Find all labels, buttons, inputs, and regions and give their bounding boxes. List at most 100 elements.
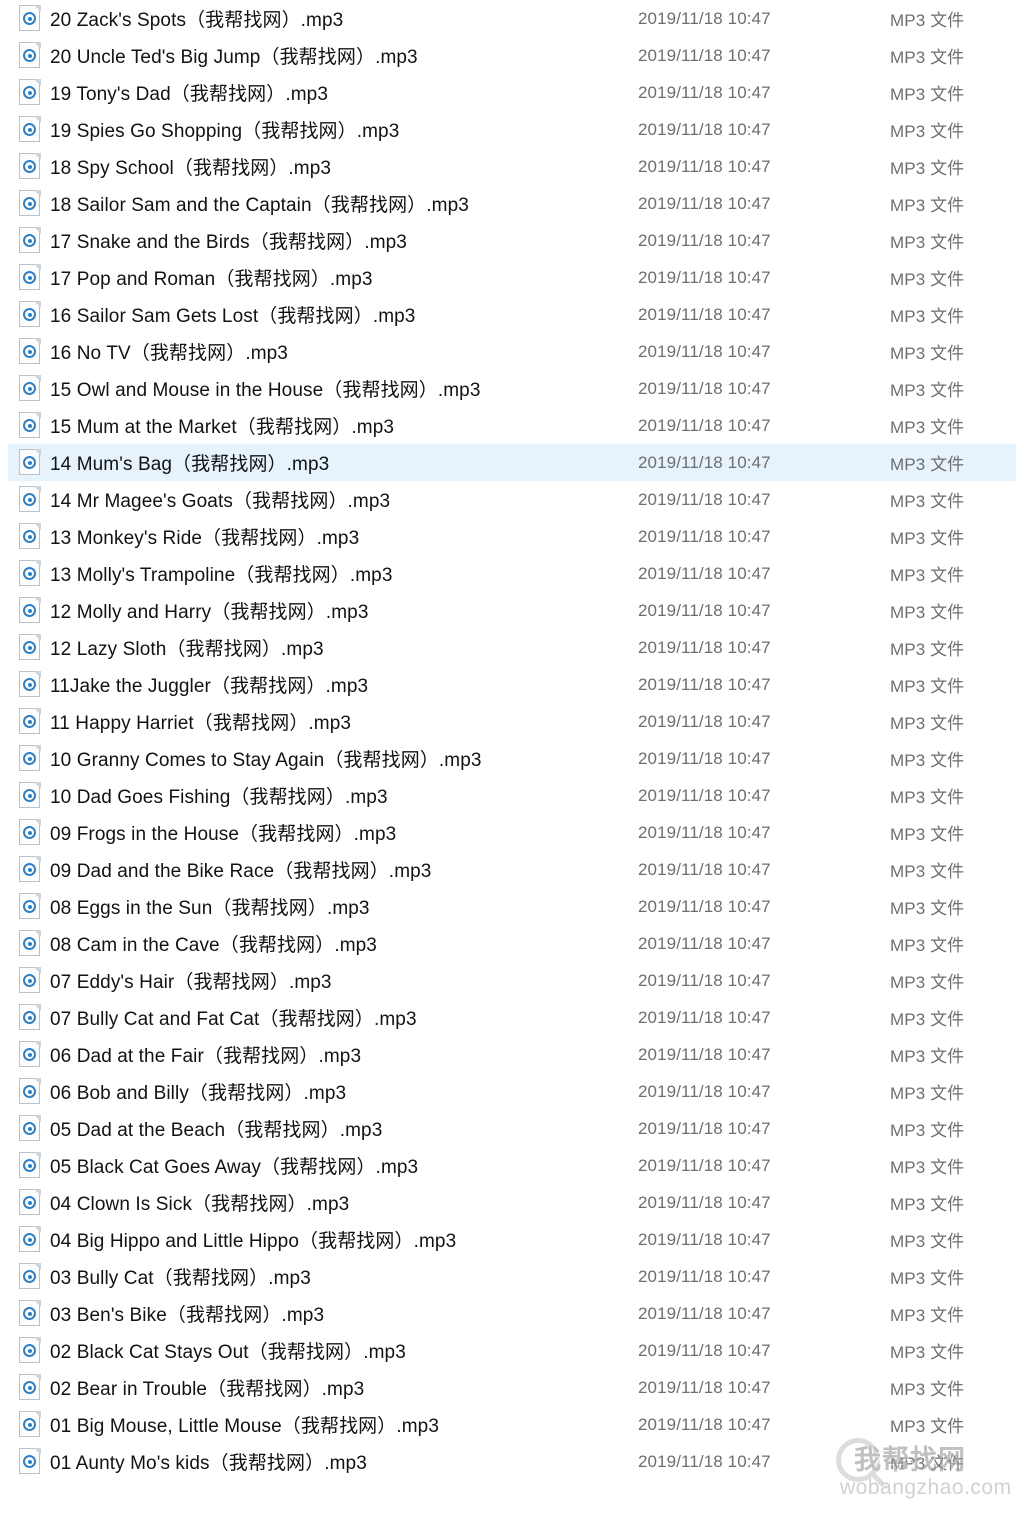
table-row[interactable]: 20 Zack's Spots（我帮找网）.mp3 2019/11/18 10:4… — [8, 0, 1016, 37]
file-type-cell: MP3 文件 — [890, 233, 965, 252]
table-row[interactable]: 02 Bear in Trouble（我帮找网）.mp3 2019/11/18 1… — [8, 1369, 1016, 1406]
table-row[interactable]: 01 Big Mouse, Little Mouse（我帮找网）.mp3 2019… — [8, 1406, 1016, 1443]
mp3-file-icon — [19, 1300, 41, 1327]
page-fold-icon — [34, 967, 41, 974]
file-date-cell: 2019/11/18 10:47 — [638, 970, 771, 990]
file-name-cell: 19 Spies Go Shopping（我帮找网）.mp3 — [50, 121, 400, 142]
file-name-cell: 08 Cam in the Cave（我帮找网）.mp3 — [50, 935, 377, 956]
file-type-cell: MP3 文件 — [890, 1454, 965, 1473]
file-name-cell: 12 Lazy Sloth（我帮找网）.mp3 — [50, 639, 324, 660]
table-row[interactable]: 01 Aunty Mo's kids（我帮找网）.mp3 2019/11/18 1… — [8, 1443, 1016, 1480]
table-row[interactable]: 05 Dad at the Beach（我帮找网）.mp3 2019/11/18 … — [8, 1110, 1016, 1147]
table-row[interactable]: 17 Pop and Roman（我帮找网）.mp3 2019/11/18 10:… — [8, 259, 1016, 296]
page-fold-icon — [34, 1115, 41, 1122]
page-fold-icon — [34, 301, 41, 308]
table-row[interactable]: 08 Cam in the Cave（我帮找网）.mp3 2019/11/18 1… — [8, 925, 1016, 962]
file-name-cell: 12 Molly and Harry（我帮找网）.mp3 — [50, 602, 369, 623]
file-type-cell: MP3 文件 — [890, 1010, 965, 1029]
table-row[interactable]: 13 Monkey's Ride（我帮找网）.mp3 2019/11/18 10:… — [8, 518, 1016, 555]
table-row[interactable]: 15 Mum at the Market（我帮找网）.mp3 2019/11/18… — [8, 407, 1016, 444]
table-row[interactable]: 10 Dad Goes Fishing（我帮找网）.mp3 2019/11/18 … — [8, 777, 1016, 814]
disc-icon — [23, 567, 36, 580]
table-row[interactable]: 03 Ben's Bike（我帮找网）.mp3 2019/11/18 10:47 M… — [8, 1295, 1016, 1332]
page-fold-icon — [34, 449, 41, 456]
file-date-cell: 2019/11/18 10:47 — [638, 341, 771, 361]
table-row[interactable]: 08 Eggs in the Sun（我帮找网）.mp3 2019/11/18 1… — [8, 888, 1016, 925]
table-row[interactable]: 04 Big Hippo and Little Hippo（我帮找网）.mp3 2… — [8, 1221, 1016, 1258]
table-row[interactable]: 06 Dad at the Fair（我帮找网）.mp3 2019/11/18 1… — [8, 1036, 1016, 1073]
file-type-cell: MP3 文件 — [890, 1195, 965, 1214]
file-name-cell: 07 Eddy's Hair（我帮找网）.mp3 — [50, 972, 332, 993]
disc-icon — [23, 604, 36, 617]
mp3-file-icon — [19, 412, 41, 439]
table-row[interactable]: 05 Black Cat Goes Away（我帮找网）.mp3 2019/11/… — [8, 1147, 1016, 1184]
file-type-cell: MP3 文件 — [890, 344, 965, 363]
table-row[interactable]: 14 Mum's Bag（我帮找网）.mp3 2019/11/18 10:47 MP… — [8, 444, 1016, 481]
file-date-cell: 2019/11/18 10:47 — [638, 230, 771, 250]
file-type-cell: MP3 文件 — [890, 1306, 965, 1325]
page-fold-icon — [34, 856, 41, 863]
file-date-cell: 2019/11/18 10:47 — [638, 1340, 771, 1360]
table-row[interactable]: 11 Happy Harriet（我帮找网）.mp3 2019/11/18 10:… — [8, 703, 1016, 740]
mp3-file-icon — [19, 1411, 41, 1438]
file-type-cell: MP3 文件 — [890, 85, 965, 104]
file-type-cell: MP3 文件 — [890, 714, 965, 733]
file-date-cell: 2019/11/18 10:47 — [638, 1007, 771, 1027]
table-row[interactable]: 06 Bob and Billy（我帮找网）.mp3 2019/11/18 10:… — [8, 1073, 1016, 1110]
file-date-cell: 2019/11/18 10:47 — [638, 1118, 771, 1138]
table-row[interactable]: 04 Clown Is Sick（我帮找网）.mp3 2019/11/18 10:… — [8, 1184, 1016, 1221]
file-type-cell: MP3 文件 — [890, 1158, 965, 1177]
file-name-cell: 17 Snake and the Birds（我帮找网）.mp3 — [50, 232, 407, 253]
table-row[interactable]: 16 No TV（我帮找网）.mp3 2019/11/18 10:47 MP3 文件 — [8, 333, 1016, 370]
table-row[interactable]: 14 Mr Magee's Goats（我帮找网）.mp3 2019/11/18 … — [8, 481, 1016, 518]
table-row[interactable]: 18 Spy School（我帮找网）.mp3 2019/11/18 10:47 M… — [8, 148, 1016, 185]
table-row[interactable]: 12 Lazy Sloth（我帮找网）.mp3 2019/11/18 10:47 M… — [8, 629, 1016, 666]
table-row[interactable]: 13 Molly's Trampoline（我帮找网）.mp3 2019/11/1… — [8, 555, 1016, 592]
table-row[interactable]: 19 Spies Go Shopping（我帮找网）.mp3 2019/11/18… — [8, 111, 1016, 148]
mp3-file-icon — [19, 1078, 41, 1105]
file-date-cell: 2019/11/18 10:47 — [638, 156, 771, 176]
table-row[interactable]: 09 Frogs in the House（我帮找网）.mp3 2019/11/1… — [8, 814, 1016, 851]
table-row[interactable]: 02 Black Cat Stays Out（我帮找网）.mp3 2019/11/… — [8, 1332, 1016, 1369]
disc-icon — [23, 1418, 36, 1431]
file-type-cell: MP3 文件 — [890, 122, 965, 141]
disc-icon — [23, 345, 36, 358]
file-type-cell: MP3 文件 — [890, 566, 965, 585]
file-type-cell: MP3 文件 — [890, 270, 965, 289]
disc-icon — [23, 1122, 36, 1135]
table-row[interactable]: 20 Uncle Ted's Big Jump（我帮找网）.mp3 2019/11… — [8, 37, 1016, 74]
disc-icon — [23, 937, 36, 950]
page-fold-icon — [34, 375, 41, 382]
file-name-cell: 04 Clown Is Sick（我帮找网）.mp3 — [50, 1194, 350, 1215]
mp3-file-icon — [19, 5, 41, 32]
table-row[interactable]: 11Jake the Juggler（我帮找网）.mp3 2019/11/18 1… — [8, 666, 1016, 703]
table-row[interactable]: 09 Dad and the Bike Race（我帮找网）.mp3 2019/1… — [8, 851, 1016, 888]
disc-icon — [23, 234, 36, 247]
file-list[interactable]: 20 Zack's Spots（我帮找网）.mp3 2019/11/18 10:4… — [0, 0, 1024, 1480]
page-fold-icon — [34, 1300, 41, 1307]
mp3-file-icon — [19, 930, 41, 957]
page-fold-icon — [34, 597, 41, 604]
file-date-cell: 2019/11/18 10:47 — [638, 45, 771, 65]
page-fold-icon — [34, 1411, 41, 1418]
page-fold-icon — [34, 190, 41, 197]
mp3-file-icon — [19, 782, 41, 809]
table-row[interactable]: 07 Eddy's Hair（我帮找网）.mp3 2019/11/18 10:47… — [8, 962, 1016, 999]
mp3-file-icon — [19, 1041, 41, 1068]
table-row[interactable]: 10 Granny Comes to Stay Again（我帮找网）.mp3 2… — [8, 740, 1016, 777]
table-row[interactable]: 12 Molly and Harry（我帮找网）.mp3 2019/11/18 1… — [8, 592, 1016, 629]
table-row[interactable]: 15 Owl and Mouse in the House（我帮找网）.mp3 2… — [8, 370, 1016, 407]
disc-icon — [23, 456, 36, 469]
table-row[interactable]: 07 Bully Cat and Fat Cat（我帮找网）.mp3 2019/1… — [8, 999, 1016, 1036]
table-row[interactable]: 18 Sailor Sam and the Captain（我帮找网）.mp3 2… — [8, 185, 1016, 222]
mp3-file-icon — [19, 264, 41, 291]
file-type-cell: MP3 文件 — [890, 11, 965, 30]
mp3-file-icon — [19, 1115, 41, 1142]
file-type-cell: MP3 文件 — [890, 159, 965, 178]
table-row[interactable]: 17 Snake and the Birds（我帮找网）.mp3 2019/11/… — [8, 222, 1016, 259]
table-row[interactable]: 19 Tony's Dad（我帮找网）.mp3 2019/11/18 10:47 M… — [8, 74, 1016, 111]
page-fold-icon — [34, 1226, 41, 1233]
file-name-cell: 07 Bully Cat and Fat Cat（我帮找网）.mp3 — [50, 1009, 417, 1030]
table-row[interactable]: 16 Sailor Sam Gets Lost（我帮找网）.mp3 2019/11… — [8, 296, 1016, 333]
table-row[interactable]: 03 Bully Cat（我帮找网）.mp3 2019/11/18 10:47 MP… — [8, 1258, 1016, 1295]
